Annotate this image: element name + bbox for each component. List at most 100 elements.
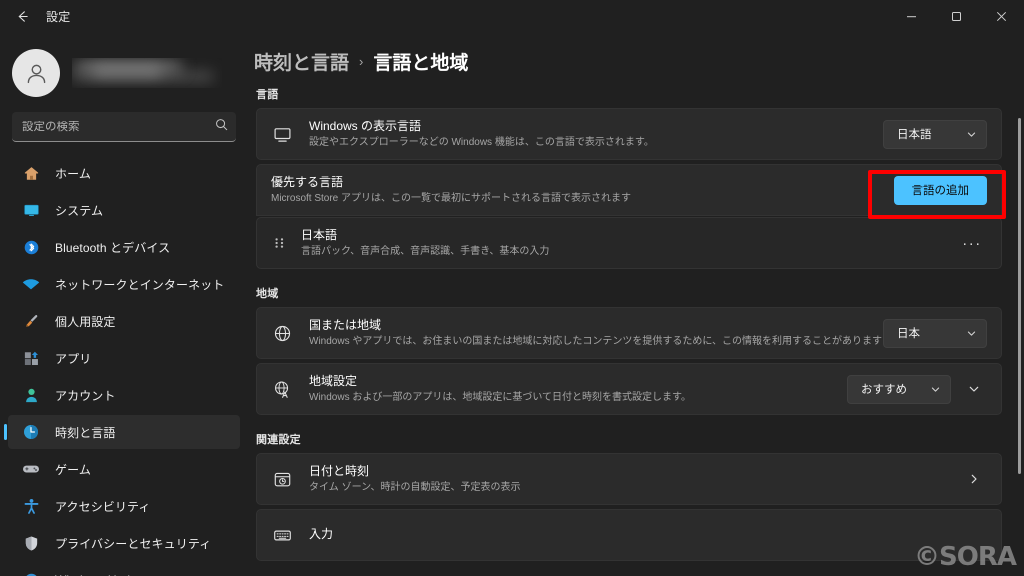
sidebar-item-windows-update[interactable]: Windows Update <box>8 563 240 576</box>
maximize-button[interactable] <box>934 0 979 32</box>
country-region-dropdown[interactable]: 日本 <box>883 318 987 348</box>
time-language-icon <box>20 422 42 442</box>
card-title: 日付と時刻 <box>309 464 370 478</box>
display-language-controls: 日本語 <box>883 119 987 149</box>
input-text: 入力 <box>309 527 987 544</box>
person-icon <box>27 64 45 83</box>
system-icon <box>20 200 42 220</box>
search-icon <box>215 118 228 136</box>
sidebar-item-label: システム <box>55 203 104 218</box>
network-icon <box>20 274 42 294</box>
sidebar-item-label: アプリ <box>55 351 92 366</box>
bluetooth-icon <box>20 237 42 257</box>
card-title: 優先する言語 <box>271 175 344 189</box>
page-title: 言語と地域 <box>373 52 469 74</box>
sidebar-item-label: ネットワークとインターネット <box>55 277 225 292</box>
section-heading-language: 言語 <box>256 89 279 101</box>
card-title: 国または地域 <box>309 318 382 332</box>
accessibility-icon <box>20 496 42 516</box>
date-time-navigate-button[interactable] <box>961 465 987 493</box>
card-title: 入力 <box>309 526 334 541</box>
back-button[interactable] <box>4 1 40 31</box>
scrollbar-thumb[interactable] <box>1018 118 1021 474</box>
close-button[interactable] <box>979 0 1024 32</box>
language-options-menu-button[interactable]: ··· <box>957 229 987 257</box>
sidebar-item-label: ゲーム <box>55 462 91 477</box>
card-title: 地域設定 <box>309 374 358 388</box>
breadcrumb-separator-icon: › <box>359 53 364 69</box>
close-icon <box>996 11 1007 21</box>
search-input[interactable] <box>22 120 211 133</box>
regional-format-card: 地域設定 Windows および一部のアプリは、地域設定に基づいて日付と時刻を書… <box>256 363 1002 415</box>
sidebar-item-accounts[interactable]: アカウント <box>8 378 240 412</box>
sidebar-item-apps[interactable]: アプリ <box>8 341 240 375</box>
chevron-down-icon <box>966 328 977 339</box>
sidebar-item-bluetooth[interactable]: Bluetooth とデバイス <box>8 230 240 264</box>
sidebar-item-label: 時刻と言語 <box>55 425 116 440</box>
regional-format-dropdown[interactable]: おすすめ <box>847 374 951 404</box>
display-language-card: Windows の表示言語 設定やエクスプローラーなどの Windows 機能は… <box>256 108 1002 160</box>
dropdown-value: おすすめ <box>861 384 907 396</box>
region-cards: 国または地域 Windows やアプリでは、お住まいの国または地域に対応したコン… <box>248 307 1024 415</box>
sidebar-item-label: アクセシビリティ <box>55 499 151 514</box>
sidebar-item-home[interactable]: ホーム <box>8 156 240 190</box>
gaming-icon <box>20 459 42 479</box>
chevron-down-icon <box>969 386 979 392</box>
card-title: Windows の表示言語 <box>309 119 422 133</box>
sidebar-item-label: プライバシーとセキュリティ <box>55 536 212 551</box>
language-list-item-japanese[interactable]: 日本語 言語パック、音声合成、音声認識、手書き、基本の入力 ··· <box>256 217 1002 269</box>
chevron-right-icon <box>971 474 977 484</box>
sidebar-item-label: アカウント <box>55 388 116 403</box>
settings-window: 設定 設定の検索 ホーム システム Bluetooth とデバイス ネットワーク… <box>0 0 1024 576</box>
sidebar-item-time-language[interactable]: 時刻と言語 <box>8 415 240 449</box>
card-description: Microsoft Store アプリは、この一覧で最初にサポートされる言語で表… <box>271 193 632 204</box>
regional-format-expand-button[interactable] <box>961 375 987 403</box>
drag-handle-icon[interactable] <box>271 235 287 251</box>
chevron-down-icon <box>930 384 941 395</box>
main-content: 時刻と言語 › 言語と地域 言語 Windows の表示言語 設定やエクスプロー… <box>248 32 1024 576</box>
input-card[interactable]: 入力 <box>256 509 1002 561</box>
window-controls <box>889 0 1024 32</box>
sidebar-item-system[interactable]: システム <box>8 193 240 227</box>
accounts-icon <box>20 385 42 405</box>
minimize-icon <box>907 15 916 17</box>
sidebar-nav: ホーム システム Bluetooth とデバイス ネットワークとインターネット … <box>0 156 248 576</box>
date-time-card[interactable]: 日付と時刻 タイム ゾーン、時計の自動設定、予定表の表示 <box>256 453 1002 505</box>
user-profile[interactable] <box>0 42 248 104</box>
card-description: 設定やエクスプローラーなどの Windows 機能は、この言語で表示されます。 <box>309 137 654 148</box>
privacy-security-icon <box>20 533 42 553</box>
display-language-text: Windows の表示言語 設定やエクスプローラーなどの Windows 機能は… <box>309 119 883 149</box>
breadcrumb: 時刻と言語 › 言語と地域 <box>248 32 1024 76</box>
regional-format-icon <box>271 380 293 399</box>
section-heading-region: 地域 <box>256 288 279 300</box>
minimize-button[interactable] <box>889 0 934 32</box>
chevron-down-icon <box>966 129 977 140</box>
breadcrumb-parent[interactable]: 時刻と言語 <box>254 48 349 75</box>
scrollbar-track[interactable] <box>1018 118 1022 576</box>
date-time-text: 日付と時刻 タイム ゾーン、時計の自動設定、予定表の表示 <box>309 464 961 494</box>
sidebar-item-personalization[interactable]: 個人用設定 <box>8 304 240 338</box>
maximize-icon <box>952 11 961 21</box>
preferred-languages-text: 優先する言語 Microsoft Store アプリは、この一覧で最初にサポート… <box>271 175 894 205</box>
keyboard-icon <box>271 526 293 545</box>
dropdown-value: 日本 <box>897 328 920 340</box>
add-language-button[interactable]: 言語の追加 <box>893 175 987 205</box>
card-description: タイム ゾーン、時計の自動設定、予定表の表示 <box>309 482 521 493</box>
title-bar: 設定 <box>0 0 1024 32</box>
sidebar-item-privacy-security[interactable]: プライバシーとセキュリティ <box>8 526 240 560</box>
display-language-dropdown[interactable]: 日本語 <box>883 119 987 149</box>
user-name-blurred <box>72 58 222 88</box>
sidebar: ホーム システム <box>0 32 248 576</box>
card-description: Windows および一部のアプリは、地域設定に基づいて日付と時刻を書式設定しま… <box>309 392 692 403</box>
date-time-icon <box>271 470 293 489</box>
avatar <box>12 49 60 97</box>
search-box[interactable] <box>12 112 236 142</box>
sidebar-item-gaming[interactable]: ゲーム <box>8 452 240 486</box>
sidebar-item-accessibility[interactable]: アクセシビリティ <box>8 489 240 523</box>
sidebar-item-label: 個人用設定 <box>55 314 116 329</box>
monitor-icon <box>271 125 293 144</box>
date-time-controls <box>961 465 987 493</box>
language-item-text: 日本語 言語パック、音声合成、音声認識、手書き、基本の入力 <box>301 228 957 258</box>
sidebar-item-network[interactable]: ネットワークとインターネット <box>8 267 240 301</box>
regional-format-controls: おすすめ <box>847 374 987 404</box>
